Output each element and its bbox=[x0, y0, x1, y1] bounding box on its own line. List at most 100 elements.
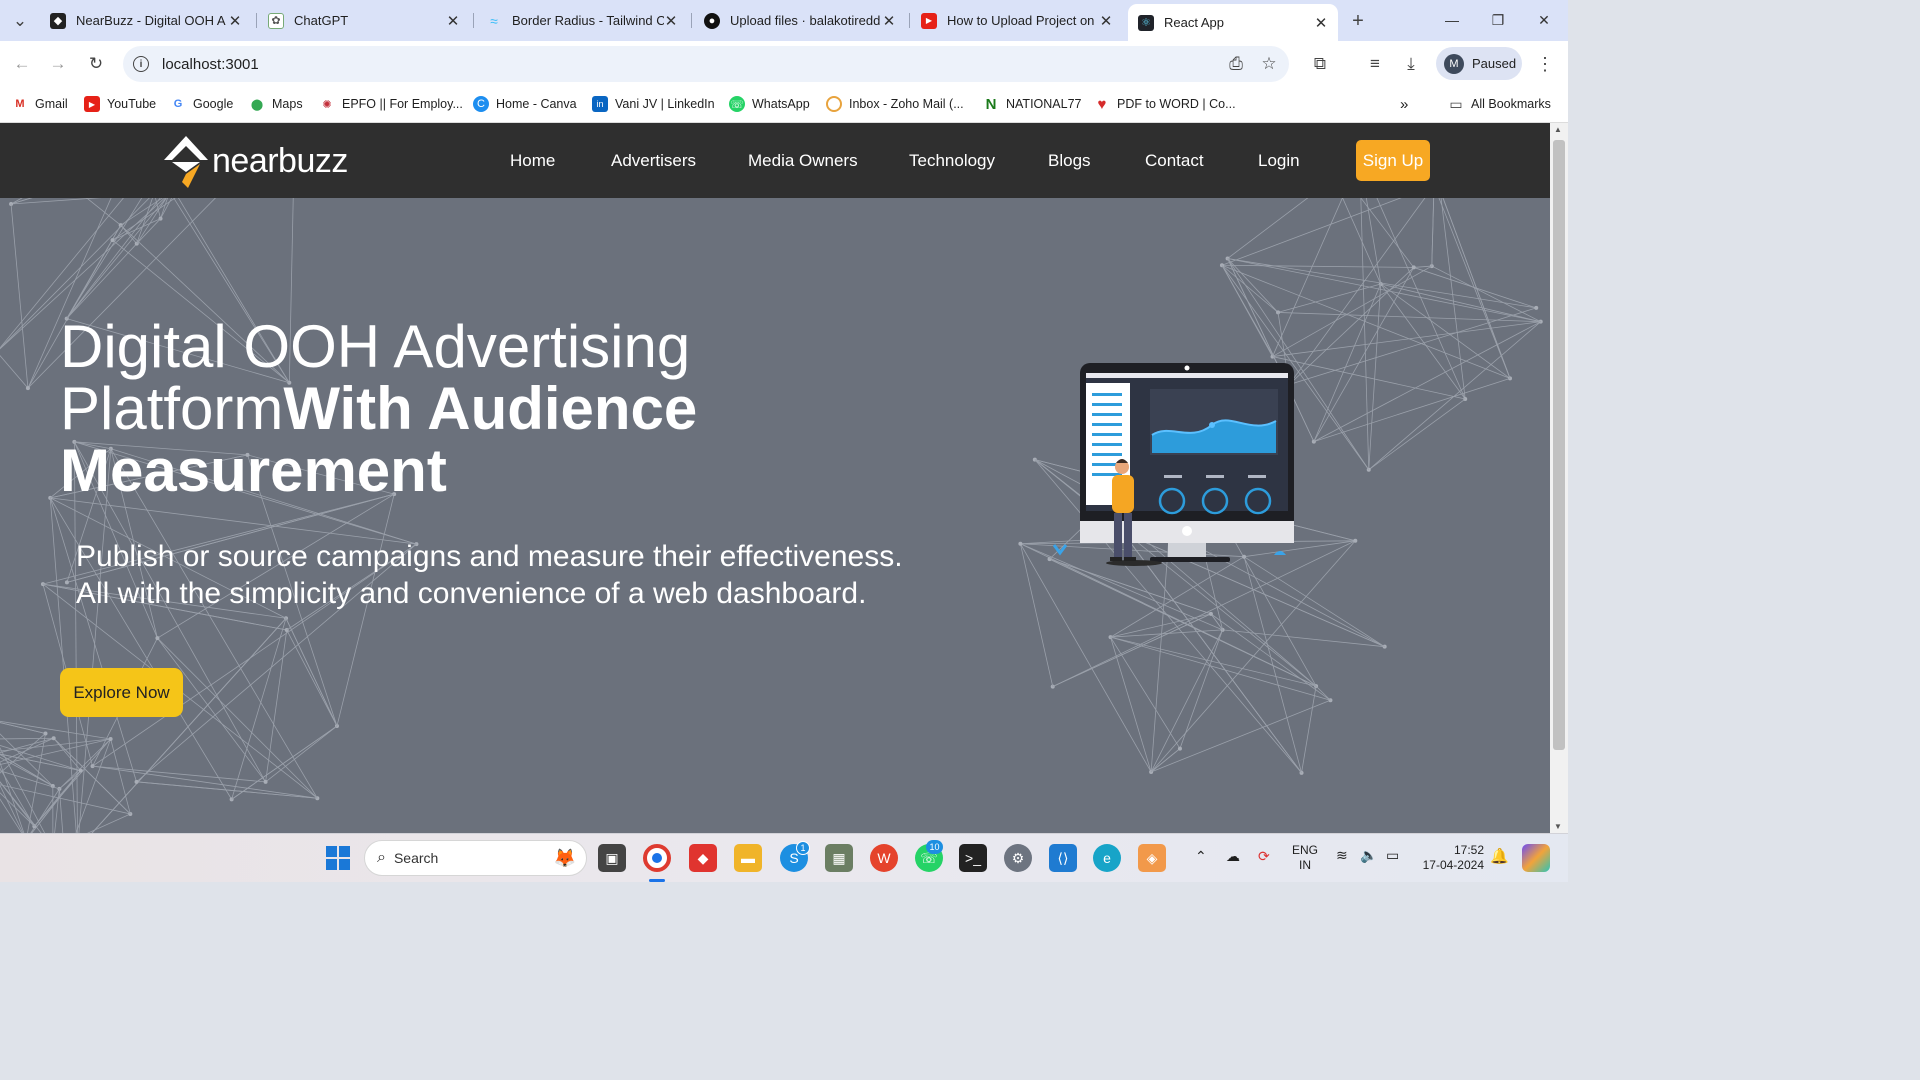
close-icon[interactable]: ✕ bbox=[446, 12, 460, 30]
bookmark-star-icon[interactable]: ☆ bbox=[1257, 52, 1281, 76]
site-logo[interactable]: nearbuzz bbox=[162, 131, 348, 191]
reload-icon[interactable]: ↻ bbox=[84, 52, 108, 76]
close-icon[interactable]: ✕ bbox=[228, 12, 242, 30]
tab-tailwind[interactable]: ≈ Border Radius - Tailwind C ✕ bbox=[476, 6, 688, 35]
restore-icon[interactable]: ❐ bbox=[1475, 6, 1521, 34]
all-bookmarks-button[interactable]: ▭ All Bookmarks bbox=[1448, 94, 1551, 114]
scroll-up-arrow-icon[interactable]: ▲ bbox=[1554, 125, 1562, 134]
wps-icon[interactable]: W bbox=[870, 844, 898, 872]
settings-gear-icon[interactable]: ⚙ bbox=[1004, 844, 1032, 872]
nearbuzz-logo-icon: ◆ bbox=[50, 12, 66, 29]
tab-github[interactable]: ● Upload files · balakotiredd ✕ bbox=[694, 6, 906, 35]
bookmark-maps[interactable]: ⬤ Maps bbox=[249, 94, 303, 114]
tab-chatgpt[interactable]: ✿ ChatGPT ✕ bbox=[258, 6, 470, 35]
minimize-icon[interactable]: — bbox=[1429, 6, 1475, 34]
nav-login[interactable]: Login bbox=[1258, 151, 1300, 171]
bookmark-label: WhatsApp bbox=[752, 97, 810, 111]
search-highlight-icon: 🦊 bbox=[553, 847, 576, 868]
site-info-icon[interactable]: i bbox=[133, 56, 149, 72]
youtube-icon: ▶ bbox=[921, 12, 937, 29]
tab-title: Upload files · balakotiredd bbox=[730, 13, 881, 28]
close-icon[interactable]: ✕ bbox=[1314, 14, 1328, 32]
chrome-icon[interactable] bbox=[643, 844, 671, 872]
sign-up-button[interactable]: Sign Up bbox=[1356, 140, 1430, 181]
sync-icon[interactable]: ⟳ bbox=[1258, 848, 1270, 865]
epfo-icon: ✺ bbox=[322, 98, 332, 111]
tab-title: Border Radius - Tailwind C bbox=[512, 13, 664, 28]
install-app-icon[interactable]: ⎙ bbox=[1224, 52, 1248, 76]
language-text: ENG bbox=[1292, 843, 1319, 857]
bookmark-label: Gmail bbox=[35, 97, 68, 111]
bookmark-pdf-to-word[interactable]: ♥ PDF to WORD | Co... bbox=[1094, 94, 1236, 114]
nav-contact[interactable]: Contact bbox=[1145, 151, 1204, 171]
scroll-down-arrow-icon[interactable]: ▼ bbox=[1554, 822, 1562, 831]
nav-technology[interactable]: Technology bbox=[909, 151, 995, 171]
forward-arrow-icon[interactable]: → bbox=[46, 52, 70, 76]
bookmark-epfo[interactable]: ✺ EPFO || For Employ... bbox=[319, 94, 462, 114]
vscode-icon[interactable]: ⟨⟩ bbox=[1049, 844, 1077, 872]
explore-now-button[interactable]: Explore Now bbox=[60, 668, 183, 717]
new-tab-plus-icon[interactable]: + bbox=[1346, 9, 1370, 33]
extensions-icon[interactable]: ⧉ bbox=[1308, 52, 1332, 76]
more-bookmarks-chevron-icon[interactable]: » bbox=[1400, 94, 1408, 114]
bookmark-zoho-mail[interactable]: Inbox - Zoho Mail (... bbox=[826, 94, 964, 114]
tab-youtube[interactable]: ▶ How to Upload Project on ✕ bbox=[911, 6, 1123, 35]
bookmark-youtube[interactable]: ▶ YouTube bbox=[84, 94, 156, 114]
window-close-icon[interactable]: ✕ bbox=[1521, 6, 1567, 34]
task-view-icon[interactable]: ▣ bbox=[598, 844, 626, 872]
scrollbar-thumb[interactable] bbox=[1553, 140, 1565, 750]
nav-blogs[interactable]: Blogs bbox=[1048, 151, 1091, 171]
hero-subtitle: Publish or source campaigns and measure … bbox=[76, 538, 976, 612]
address-bar[interactable]: i localhost:3001 bbox=[123, 46, 1289, 82]
nav-media-owners[interactable]: Media Owners bbox=[748, 151, 858, 171]
page-scrollbar[interactable]: ▲ ▼ bbox=[1550, 123, 1568, 833]
nav-home[interactable]: Home bbox=[510, 151, 555, 171]
bookmark-canva[interactable]: C Home - Canva bbox=[473, 94, 577, 114]
download-icon[interactable]: ⤓ bbox=[1399, 52, 1423, 76]
app-diamond-icon[interactable]: ◈ bbox=[1138, 844, 1166, 872]
tab-search-chevron-icon[interactable]: ⌄ bbox=[8, 9, 32, 33]
taskbar-search[interactable]: ⌕ Search 🦊 bbox=[364, 840, 587, 876]
tab-react-app-active[interactable]: ⚛ React App ✕ bbox=[1128, 4, 1338, 41]
battery-icon[interactable]: ▭ bbox=[1386, 847, 1399, 864]
windows-start-icon[interactable] bbox=[324, 844, 352, 872]
tab-nearbuzz[interactable]: ◆ NearBuzz - Digital OOH A ✕ bbox=[40, 6, 252, 35]
bookmark-national77[interactable]: N NATIONAL77 bbox=[983, 94, 1082, 114]
terminal-icon[interactable]: >_ bbox=[959, 844, 987, 872]
menu-kebab-icon[interactable]: ⋮ bbox=[1533, 52, 1557, 76]
github-icon: ● bbox=[704, 12, 720, 29]
gmail-icon: M bbox=[15, 98, 25, 110]
nav-advertisers[interactable]: Advertisers bbox=[611, 151, 696, 171]
volume-icon[interactable]: 🔈 bbox=[1360, 847, 1377, 864]
google-icon: G bbox=[173, 98, 183, 110]
file-explorer-icon[interactable]: ▬ bbox=[734, 844, 762, 872]
close-icon[interactable]: ✕ bbox=[882, 12, 896, 30]
bookmark-linkedin[interactable]: in Vani JV | LinkedIn bbox=[592, 94, 715, 114]
clock[interactable]: 17:52 17-04-2024 bbox=[1416, 843, 1484, 873]
url-text[interactable]: localhost:3001 bbox=[162, 56, 259, 73]
profile-button[interactable]: M Paused bbox=[1436, 47, 1522, 80]
show-hidden-chevron-icon[interactable]: ⌃ bbox=[1195, 848, 1207, 865]
close-icon[interactable]: ✕ bbox=[664, 12, 678, 30]
close-icon[interactable]: ✕ bbox=[1099, 12, 1113, 30]
copilot-icon[interactable] bbox=[1522, 844, 1550, 872]
avatar: M bbox=[1444, 53, 1464, 74]
notification-bell-icon[interactable]: 🔔 bbox=[1490, 847, 1509, 865]
anydesk-icon[interactable]: ◆ bbox=[689, 844, 717, 872]
bookmark-whatsapp[interactable]: ☏ WhatsApp bbox=[729, 94, 810, 114]
browser-tab-strip: ⌄ ◆ NearBuzz - Digital OOH A ✕ ✿ ChatGPT… bbox=[0, 0, 1568, 41]
cloud-icon[interactable]: ☁ bbox=[1226, 848, 1240, 865]
search-icon: ⌕ bbox=[377, 849, 386, 866]
folder-icon: ▭ bbox=[1449, 95, 1463, 112]
whatsapp-icon: ☏ bbox=[729, 96, 745, 112]
back-arrow-icon[interactable]: ← bbox=[10, 52, 34, 76]
bookmark-google[interactable]: G Google bbox=[170, 94, 234, 114]
app-icon[interactable]: ▦ bbox=[825, 844, 853, 872]
bookmark-gmail[interactable]: M Gmail bbox=[12, 94, 68, 114]
edge-icon[interactable]: e bbox=[1093, 844, 1121, 872]
language-indicator[interactable]: ENG IN bbox=[1292, 843, 1318, 873]
bookmark-label: PDF to WORD | Co... bbox=[1117, 97, 1236, 111]
reading-list-icon[interactable]: ≡ bbox=[1363, 52, 1387, 76]
page-viewport: nearbuzz Home Advertisers Media Owners T… bbox=[0, 123, 1550, 833]
wifi-icon[interactable]: ≋ bbox=[1336, 847, 1348, 864]
